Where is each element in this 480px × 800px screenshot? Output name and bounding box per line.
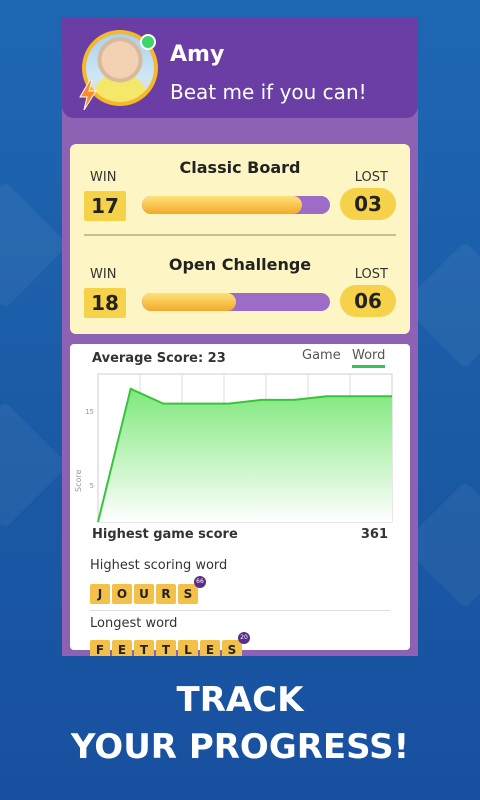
score-chart: 15 5 — [85, 373, 393, 523]
background-pattern-tile — [0, 181, 69, 309]
win-label: WIN — [90, 267, 117, 282]
letter-tile: F — [90, 640, 110, 656]
letter-tile: S — [178, 584, 198, 604]
letter-tile: E — [112, 640, 132, 656]
player-tagline: Beat me if you can! — [170, 80, 367, 104]
promo-headline-line1: TRACK — [176, 680, 304, 720]
letter-tile: O — [112, 584, 132, 604]
score-history-card: Average Score: 23 Game Word 15 5 Score Hi… — [70, 344, 410, 656]
lost-label: LOST — [354, 170, 388, 185]
win-ratio-fill — [142, 196, 302, 214]
tab-game[interactable]: Game — [302, 348, 341, 363]
letter-tile: R — [156, 584, 176, 604]
win-count: 18 — [84, 288, 126, 318]
online-status-icon — [140, 34, 156, 50]
lost-count: 03 — [340, 188, 396, 220]
player-name: Amy — [170, 42, 225, 67]
letter-tile: T — [156, 640, 176, 656]
longest-word-label: Longest word — [90, 616, 178, 631]
win-label: WIN — [90, 170, 117, 185]
tab-word[interactable]: Word — [352, 348, 386, 368]
letter-tile: L — [178, 640, 198, 656]
app-screen: Amy Beat me if you can! Classic Board WI… — [62, 18, 418, 656]
lost-count: 06 — [340, 285, 396, 317]
divider — [84, 234, 396, 236]
score-area-fill — [98, 388, 392, 522]
background-pattern-tile — [0, 401, 69, 529]
lightning-bolt-icon — [79, 80, 97, 110]
stat-row-open-challenge: Open Challenge WIN LOST 18 06 — [70, 241, 410, 321]
win-loss-card: Classic Board WIN LOST 17 03 Open Challe… — [70, 144, 410, 334]
letter-tile: J — [90, 584, 110, 604]
divider — [90, 610, 390, 611]
y-tick-label: 15 — [85, 408, 94, 416]
promo-headline-line2: YOUR PROGRESS! — [70, 727, 410, 767]
highest-game-score-label: Highest game score — [92, 527, 238, 542]
highest-game-score-value: 361 — [360, 527, 388, 542]
highest-scoring-word-label: Highest scoring word — [90, 558, 228, 573]
average-score: Average Score: 23 — [92, 351, 226, 366]
profile-header: Amy Beat me if you can! — [62, 18, 418, 118]
win-ratio-bar — [142, 293, 330, 311]
word-score-badge: 66 — [194, 576, 206, 588]
word-score-badge: 20 — [238, 632, 250, 644]
y-axis-label: Score — [74, 469, 83, 492]
letter-tile: T — [134, 640, 154, 656]
win-count: 17 — [84, 191, 126, 221]
lost-label: LOST — [354, 267, 388, 282]
win-ratio-bar — [142, 196, 330, 214]
y-tick-label: 5 — [90, 482, 94, 490]
win-ratio-fill — [142, 293, 236, 311]
highest-scoring-word-tiles: J O U R S 66 — [90, 576, 206, 604]
letter-tile: E — [200, 640, 220, 656]
letter-tile: U — [134, 584, 154, 604]
longest-word-tiles: F E T T L E S 20 — [90, 632, 250, 656]
stat-row-classic-board: Classic Board WIN LOST 17 03 — [70, 144, 410, 224]
